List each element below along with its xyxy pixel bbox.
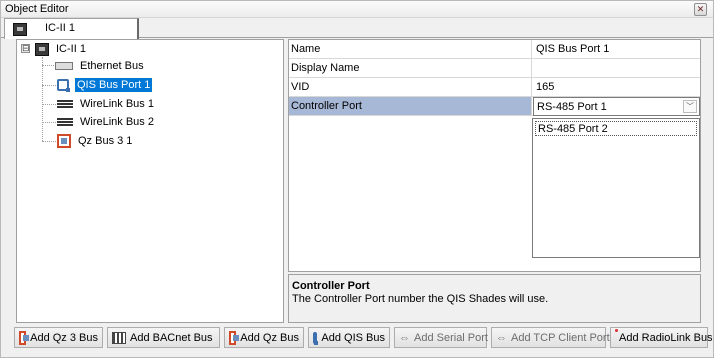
button-label: Add QIS Bus — [321, 331, 385, 344]
add-bacnet-bus-button[interactable]: Add BACnet Bus — [107, 327, 220, 348]
add-serial-port-button[interactable]: ⇔ Add Serial Port — [394, 327, 488, 348]
tree-item-label: WireLink Bus 2 — [80, 116, 154, 128]
tree-item-qz-bus-3-1[interactable]: Qz Bus 3 1 — [57, 133, 134, 149]
collapse-toggle[interactable]: ⊟ — [21, 44, 30, 53]
object-editor-window: Object Editor ✕ IC-II 1 ⊟ IC-II 1 Ethern… — [0, 0, 714, 358]
qis-bus-icon — [313, 331, 319, 345]
property-row-display-name[interactable]: Display Name — [289, 59, 700, 78]
tree-item-ic-ii-1[interactable]: IC-II 1 — [35, 41, 88, 57]
tree-item-label: Qz Bus 3 1 — [78, 135, 133, 147]
tab-ic-ii-1[interactable]: IC-II 1 — [4, 18, 139, 39]
tab-strip: IC-II 1 — [1, 18, 713, 39]
button-label: Add Qz Bus — [240, 331, 299, 344]
tree-item-label: IC-II 1 — [56, 43, 86, 55]
qz-bus-icon — [229, 330, 240, 345]
property-row-controller-port[interactable]: Controller Port RS-485 Port 1 ﹀ — [289, 97, 700, 116]
property-row-name[interactable]: Name QIS Bus Port 1 — [289, 40, 700, 59]
tree-item-wirelink-bus-2[interactable]: WireLink Bus 2 — [57, 114, 156, 130]
dropdown-list: RS-485 Port 2 — [532, 118, 700, 258]
property-value[interactable] — [533, 59, 700, 77]
help-title: Controller Port — [292, 280, 370, 292]
controller-port-select[interactable]: RS-485 Port 1 ﹀ — [533, 97, 700, 116]
chevron-down-icon: ﹀ — [686, 102, 694, 111]
tcp-port-icon: ⇔ — [496, 331, 507, 344]
help-panel: Controller Port The Controller Port numb… — [288, 274, 701, 323]
tree-item-ethernet-bus[interactable]: Ethernet Bus — [55, 58, 146, 74]
tree-item-wirelink-bus-1[interactable]: WireLink Bus 1 — [57, 96, 156, 112]
qz-bus-icon — [19, 330, 30, 345]
wirelink-icon — [57, 99, 73, 109]
tree-item-label: WireLink Bus 1 — [80, 98, 154, 110]
select-value: RS-485 Port 1 — [537, 101, 607, 113]
controller-icon — [35, 42, 49, 56]
button-label: Add BACnet Bus — [130, 331, 213, 344]
tree-item-qis-bus-port-1[interactable]: QIS Bus Port 1 — [57, 77, 154, 93]
button-label: Add Serial Port — [414, 331, 488, 344]
button-label: Add RadioLink Bus — [619, 331, 713, 344]
property-name: VID — [289, 78, 532, 96]
property-value[interactable]: QIS Bus Port 1 — [533, 40, 700, 58]
add-qis-bus-button[interactable]: Add QIS Bus — [308, 327, 390, 348]
close-button[interactable]: ✕ — [694, 3, 707, 16]
bottom-toolbar: Add Qz 3 Bus Add BACnet Bus Add Qz Bus A… — [14, 327, 713, 350]
controller-icon — [13, 23, 27, 36]
tab-label: IC-II 1 — [45, 22, 75, 34]
tree-item-label: QIS Bus Port 1 — [73, 77, 154, 93]
button-label: Add Qz 3 Bus — [30, 331, 98, 344]
property-name: Name — [289, 40, 532, 58]
button-label: Add TCP Client Port — [511, 331, 610, 344]
property-name: Display Name — [289, 59, 532, 77]
property-value[interactable]: 165 — [533, 78, 700, 96]
add-tcp-client-port-button[interactable]: ⇔ Add TCP Client Port — [491, 327, 610, 348]
property-row-vid[interactable]: VID 165 — [289, 78, 700, 97]
ethernet-icon — [55, 62, 73, 70]
help-description: The Controller Port number the QIS Shade… — [292, 293, 549, 305]
add-qz3-bus-button[interactable]: Add Qz 3 Bus — [14, 327, 103, 348]
dropdown-option[interactable]: RS-485 Port 2 — [535, 121, 697, 136]
qz-bus-icon — [57, 134, 71, 148]
tree-item-label: Ethernet Bus — [80, 60, 144, 72]
title-bar: Object Editor ✕ — [1, 1, 713, 18]
object-tree[interactable]: ⊟ IC-II 1 Ethernet Bus QIS Bus Port 1 Wi… — [16, 39, 284, 323]
tree-connector — [42, 57, 43, 141]
add-radiolink-bus-button[interactable]: Add RadioLink Bus — [610, 327, 713, 348]
close-icon: ✕ — [696, 4, 705, 14]
serial-port-icon: ⇔ — [399, 331, 410, 344]
dropdown-arrow-button[interactable]: ﹀ — [683, 100, 697, 113]
qis-bus-icon — [57, 79, 70, 92]
add-qz-bus-button[interactable]: Add Qz Bus — [224, 327, 304, 348]
wirelink-icon — [57, 117, 73, 127]
window-title: Object Editor — [5, 3, 69, 15]
property-name: Controller Port — [289, 97, 532, 115]
bacnet-icon — [112, 331, 126, 344]
